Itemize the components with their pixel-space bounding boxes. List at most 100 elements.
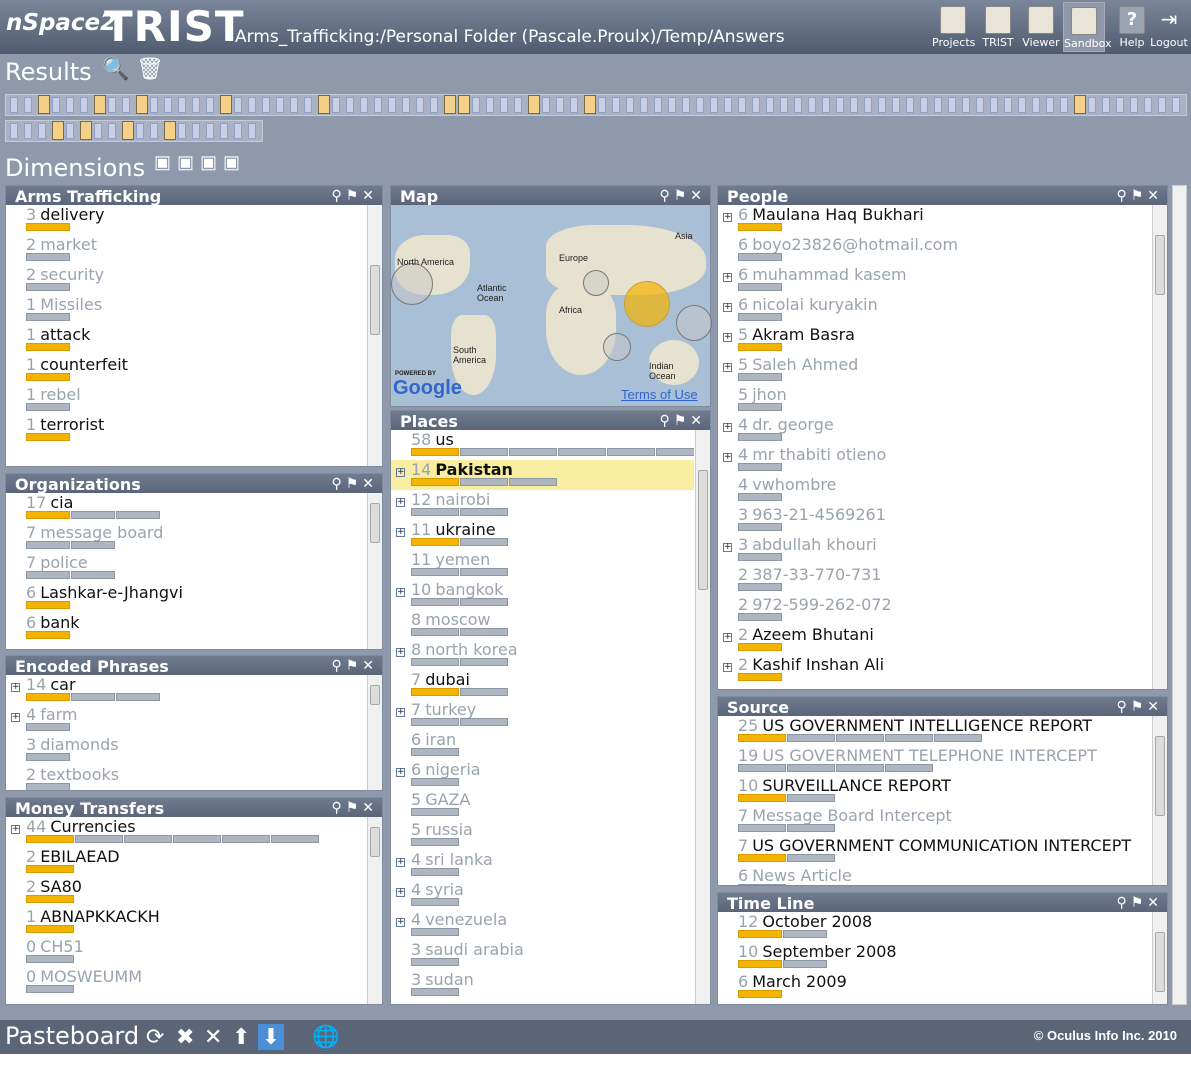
result-chip[interactable]: [1004, 97, 1012, 113]
result-chip[interactable]: [794, 97, 802, 113]
list-item[interactable]: 2 market: [6, 235, 366, 265]
scrollbar[interactable]: [1152, 716, 1167, 885]
projects-button[interactable]: Projects: [932, 2, 975, 52]
result-chip[interactable]: [766, 97, 774, 113]
result-chip[interactable]: [332, 97, 340, 113]
result-chip[interactable]: [248, 123, 256, 139]
result-chip[interactable]: [122, 97, 130, 113]
list-item[interactable]: 1 counterfeit: [6, 355, 366, 385]
expand-icon[interactable]: +: [723, 453, 732, 462]
result-chip[interactable]: [248, 97, 256, 113]
result-chip[interactable]: [206, 123, 214, 139]
list-item[interactable]: 10 SURVEILLANCE REPORT: [718, 776, 1151, 806]
viewer-button[interactable]: Viewer: [1020, 2, 1062, 52]
result-chip[interactable]: [52, 121, 64, 140]
result-chip[interactable]: [262, 97, 270, 113]
result-chip[interactable]: [1074, 95, 1086, 114]
list-item[interactable]: +11 ukraine: [391, 520, 694, 550]
list-item[interactable]: 25 US GOVERNMENT INTELLIGENCE REPORT: [718, 716, 1151, 746]
trist-button[interactable]: TRIST: [977, 2, 1019, 52]
result-chip[interactable]: [906, 97, 914, 113]
expand-icon[interactable]: +: [396, 528, 405, 537]
list-item[interactable]: 5 GAZA: [391, 790, 694, 820]
result-chip[interactable]: [1032, 97, 1040, 113]
result-chip[interactable]: [192, 123, 200, 139]
result-chip[interactable]: [528, 95, 540, 114]
result-chip[interactable]: [234, 123, 242, 139]
list-item[interactable]: 17 cia: [6, 493, 366, 523]
delete-icon[interactable]: ✕: [204, 1024, 222, 1050]
list-item[interactable]: 2 387-33-770-731: [718, 565, 1151, 595]
result-chip[interactable]: [66, 123, 74, 139]
result-chip[interactable]: [164, 121, 176, 140]
result-chip[interactable]: [80, 97, 88, 113]
expand-icon[interactable]: +: [11, 825, 20, 834]
list-item[interactable]: 2 EBILAEAD: [6, 847, 366, 877]
world-map[interactable]: North America Europe Asia Atlantic Ocean…: [391, 205, 712, 406]
panel-actions-icon[interactable]: ⚲⚑✕: [331, 474, 378, 495]
arrow-up-icon[interactable]: ⬆: [232, 1024, 250, 1050]
expand-icon[interactable]: +: [723, 333, 732, 342]
result-chip[interactable]: [976, 97, 984, 113]
result-chip[interactable]: [136, 95, 148, 114]
panel-actions-icon[interactable]: ⚲⚑✕: [331, 656, 378, 677]
result-chip[interactable]: [164, 97, 172, 113]
expand-icon[interactable]: +: [396, 498, 405, 507]
result-chip[interactable]: [304, 97, 312, 113]
result-chip[interactable]: [1102, 97, 1110, 113]
list-item[interactable]: +5 Saleh Ahmed: [718, 355, 1151, 385]
list-item[interactable]: 12 October 2008: [718, 912, 1151, 942]
globe-icon[interactable]: 🌐: [312, 1024, 339, 1050]
list-item[interactable]: +4 venezuela: [391, 910, 694, 940]
result-chip[interactable]: [10, 123, 18, 139]
result-chip[interactable]: [206, 97, 214, 113]
sandbox-button[interactable]: Sandbox: [1063, 2, 1112, 52]
result-chip[interactable]: [864, 97, 872, 113]
expand-icon[interactable]: +: [11, 683, 20, 692]
result-chip[interactable]: [122, 121, 134, 140]
list-item[interactable]: +2 Azeem Bhutani: [718, 625, 1151, 655]
list-item[interactable]: +44 Currencies: [6, 817, 366, 847]
result-chip[interactable]: [1130, 97, 1138, 113]
result-chip[interactable]: [640, 97, 648, 113]
list-item[interactable]: 3 sudan: [391, 970, 694, 1000]
panel-actions-icon[interactable]: ⚲⚑✕: [659, 186, 706, 207]
results-strip[interactable]: [5, 94, 1187, 116]
list-item[interactable]: 7 police: [6, 553, 366, 583]
result-chip[interactable]: [108, 123, 116, 139]
result-chip[interactable]: [948, 97, 956, 113]
result-chip[interactable]: [276, 97, 284, 113]
result-chip[interactable]: [150, 123, 158, 139]
result-chip[interactable]: [570, 97, 578, 113]
result-chip[interactable]: [192, 97, 200, 113]
list-item[interactable]: 1 terrorist: [6, 415, 366, 445]
list-item[interactable]: 6 iran: [391, 730, 694, 760]
result-chip[interactable]: [402, 97, 410, 113]
list-item[interactable]: +7 turkey: [391, 700, 694, 730]
list-item[interactable]: 1 attack: [6, 325, 366, 355]
expand-icon[interactable]: +: [396, 648, 405, 657]
list-item[interactable]: 6 March 2009: [718, 972, 1151, 1002]
result-chip[interactable]: [878, 97, 886, 113]
result-chip[interactable]: [724, 97, 732, 113]
dimension-tools-icon[interactable]: ▣▣▣▣: [154, 152, 246, 173]
list-item[interactable]: +4 syria: [391, 880, 694, 910]
list-item[interactable]: +6 nicolai kuryakin: [718, 295, 1151, 325]
list-item[interactable]: +5 Akram Basra: [718, 325, 1151, 355]
result-chip[interactable]: [444, 95, 456, 114]
list-item[interactable]: 58 us: [391, 430, 694, 460]
result-chip[interactable]: [66, 97, 74, 113]
list-item[interactable]: 8 moscow: [391, 610, 694, 640]
expand-icon[interactable]: +: [396, 918, 405, 927]
list-item[interactable]: 7 dubai: [391, 670, 694, 700]
results-strip-2[interactable]: [5, 120, 263, 142]
list-item[interactable]: +3 abdullah khouri: [718, 535, 1151, 565]
result-chip[interactable]: [556, 97, 564, 113]
list-item[interactable]: +4 sri lanka: [391, 850, 694, 880]
list-item[interactable]: 3 963-21-4569261: [718, 505, 1151, 535]
expand-icon[interactable]: +: [723, 303, 732, 312]
list-item[interactable]: 6 boyo23826@hotmail.com: [718, 235, 1151, 265]
list-item[interactable]: 0 CH51: [6, 937, 366, 967]
expand-icon[interactable]: +: [723, 543, 732, 552]
result-chip[interactable]: [612, 97, 620, 113]
